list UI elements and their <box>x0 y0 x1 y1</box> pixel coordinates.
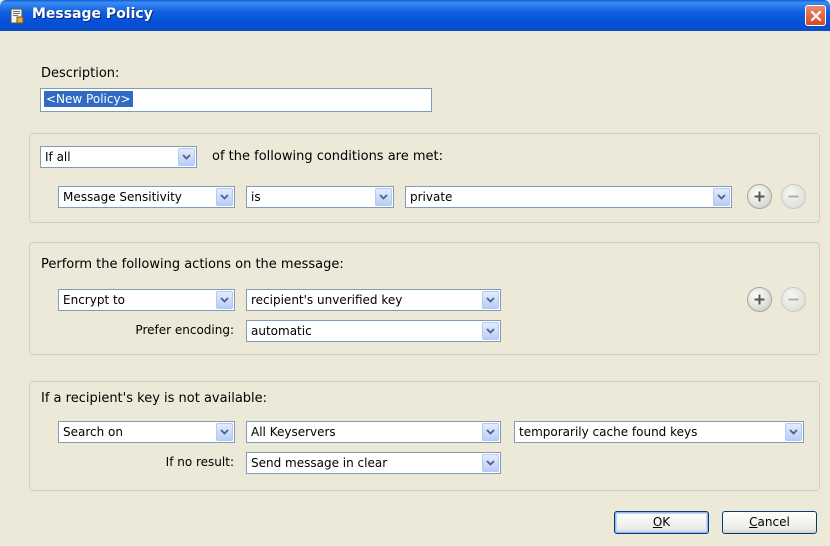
action-select[interactable]: Encrypt to <box>58 289 235 311</box>
action-value: Encrypt to <box>63 293 126 307</box>
window-title: Message Policy <box>32 6 153 22</box>
ok-label-rest: K <box>662 515 671 529</box>
condition-operator-value: is <box>251 190 261 204</box>
description-field[interactable]: <New Policy> <box>40 88 432 112</box>
actions-heading: Perform the following actions on the mes… <box>41 257 344 272</box>
action-target-select[interactable]: recipient's unverified key <box>246 289 501 311</box>
message-policy-dialog: Message Policy Description: <New Policy>… <box>0 0 830 546</box>
match-mode-value: If all <box>45 150 71 164</box>
chevron-down-icon <box>216 423 233 441</box>
plus-icon <box>754 294 765 305</box>
chevron-down-icon <box>713 188 730 206</box>
match-suffix-label: of the following conditions are met: <box>212 149 444 164</box>
keyserver-select[interactable]: All Keyservers <box>246 421 501 443</box>
prefer-encoding-label: Prefer encoding: <box>135 323 234 337</box>
ok-mnemonic: O <box>652 515 663 529</box>
key-search-action-value: Search on <box>63 425 123 439</box>
description-value: <New Policy> <box>44 91 133 107</box>
remove-condition-button[interactable] <box>781 184 806 209</box>
no-result-action-select[interactable]: Send message in clear <box>246 452 501 474</box>
title-bar[interactable]: Message Policy <box>0 0 830 31</box>
cancel-mnemonic: C <box>749 515 758 529</box>
remove-action-button[interactable] <box>781 287 806 312</box>
add-action-button[interactable] <box>747 287 772 312</box>
chevron-down-icon <box>216 291 233 309</box>
condition-value-select[interactable]: private <box>405 186 732 208</box>
minus-icon <box>788 298 799 301</box>
add-condition-button[interactable] <box>747 184 772 209</box>
chevron-down-icon <box>216 188 233 206</box>
cancel-button[interactable]: Cancel <box>722 511 817 534</box>
chevron-down-icon <box>482 423 499 441</box>
chevron-down-icon <box>178 148 195 166</box>
keyserver-value: All Keyservers <box>251 425 336 439</box>
minus-icon <box>788 195 799 198</box>
condition-value-value: private <box>410 190 453 204</box>
condition-field-select[interactable]: Message Sensitivity <box>58 186 235 208</box>
encoding-value: automatic <box>251 324 312 338</box>
ok-button[interactable]: OK <box>614 511 709 534</box>
no-result-action-value: Send message in clear <box>251 456 388 470</box>
cache-option-select[interactable]: temporarily cache found keys <box>514 421 804 443</box>
chevron-down-icon <box>482 454 499 472</box>
condition-operator-select[interactable]: is <box>246 186 394 208</box>
chevron-down-icon <box>785 423 802 441</box>
key-search-action-select[interactable]: Search on <box>58 421 235 443</box>
cancel-label-rest: ancel <box>757 515 790 529</box>
condition-field-value: Message Sensitivity <box>63 190 182 204</box>
cache-option-value: temporarily cache found keys <box>519 425 698 439</box>
description-label: Description: <box>41 66 120 81</box>
no-result-label: If no result: <box>165 455 234 469</box>
match-mode-select[interactable]: If all <box>40 146 197 168</box>
chevron-down-icon <box>375 188 392 206</box>
chevron-down-icon <box>482 291 499 309</box>
key-unavailable-heading: If a recipient's key is not available: <box>41 391 268 406</box>
plus-icon <box>754 191 765 202</box>
chevron-down-icon <box>482 322 499 340</box>
policy-document-icon <box>9 8 25 24</box>
action-target-value: recipient's unverified key <box>251 293 403 307</box>
close-icon <box>810 10 822 22</box>
close-button[interactable] <box>805 5 826 26</box>
encoding-select[interactable]: automatic <box>246 320 501 342</box>
